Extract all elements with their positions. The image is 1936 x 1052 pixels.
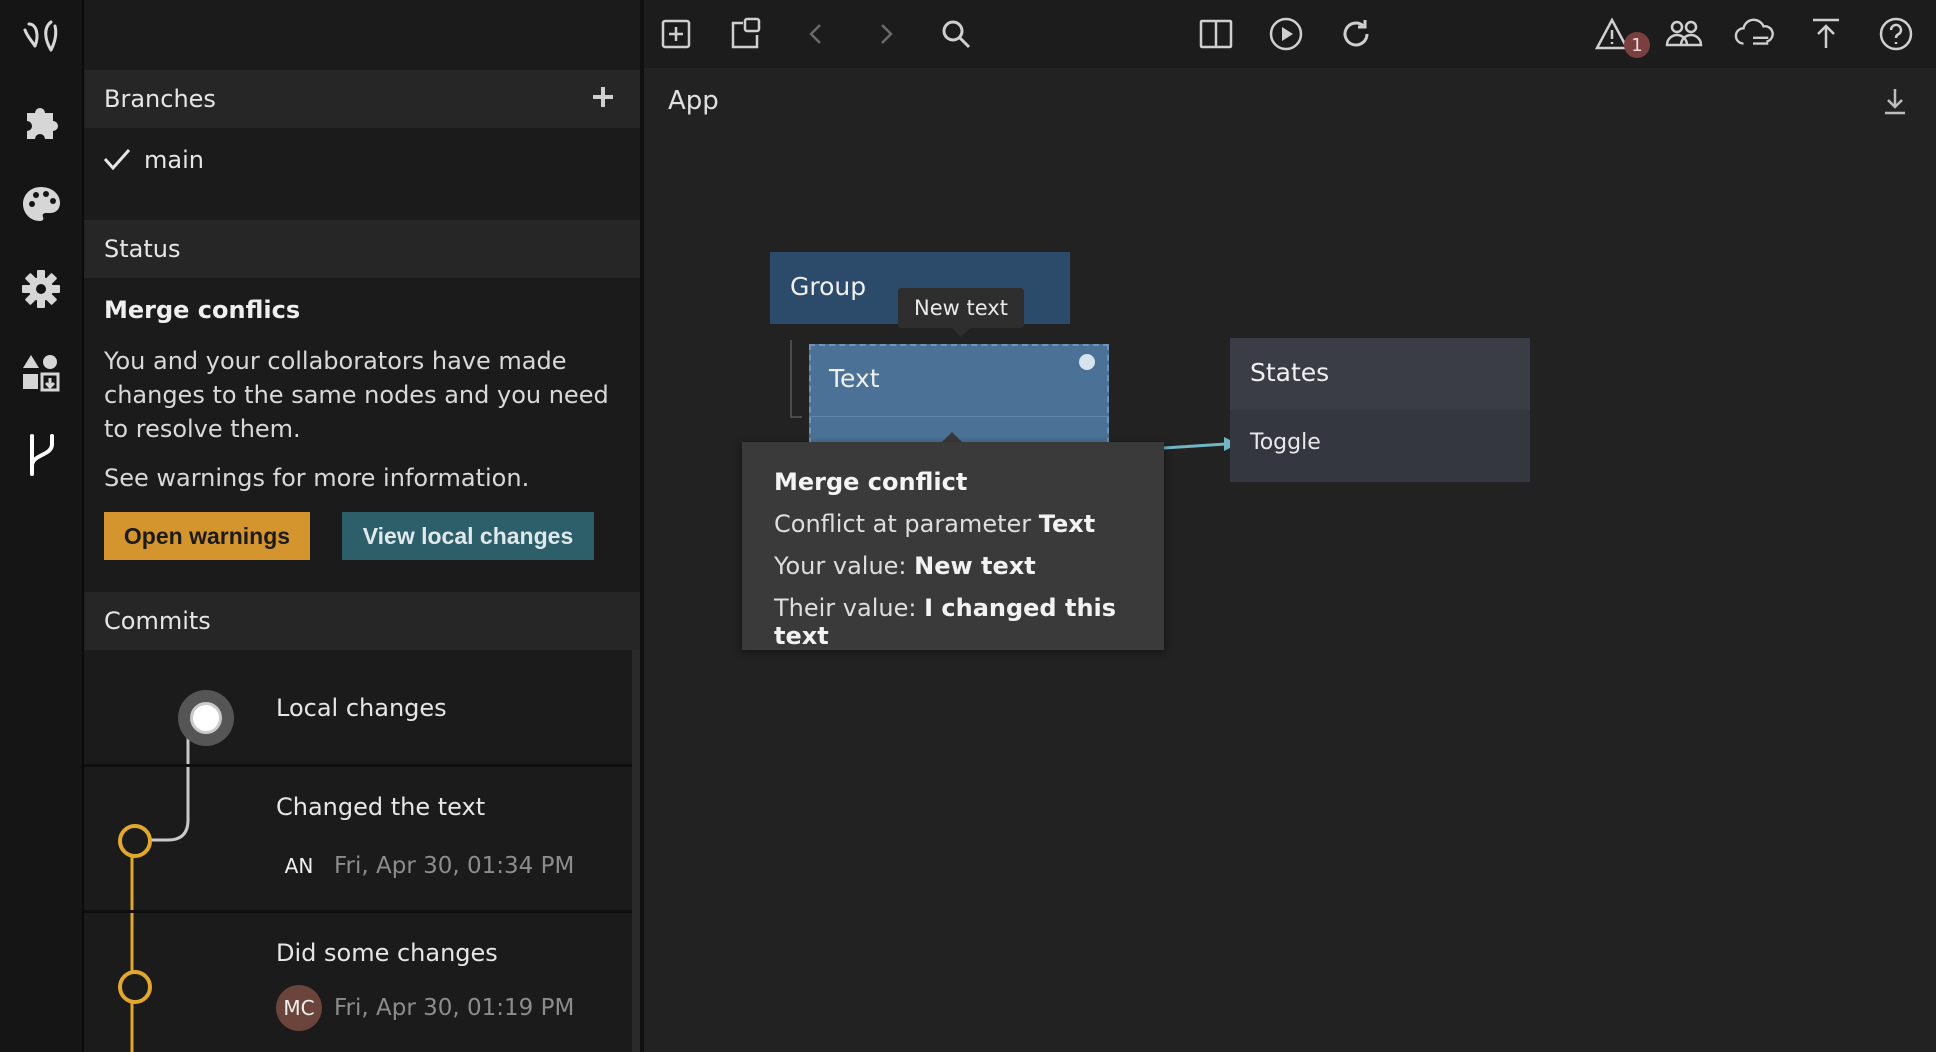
commits-scrollbar[interactable] xyxy=(632,650,640,1052)
avatar: AN xyxy=(284,854,314,878)
label: Conflict at parameter xyxy=(774,510,1032,538)
commit-date: Fri, Apr 30, 01:34 PM xyxy=(334,853,575,879)
merge-tooltip-param: Conflict at parameter Text xyxy=(774,510,1095,538)
download-icon[interactable] xyxy=(1882,86,1908,116)
commit-item-local[interactable]: Local changes xyxy=(84,650,632,767)
play-icon[interactable] xyxy=(1266,14,1306,54)
users-icon[interactable] xyxy=(1664,14,1704,54)
chevron-left-icon[interactable] xyxy=(796,14,836,54)
value-tooltip: New text xyxy=(898,288,1024,328)
branch-label: main xyxy=(144,146,204,174)
toolbar: 1 xyxy=(644,0,1936,68)
tooltip-arrow xyxy=(952,328,970,337)
commits-header: Commits xyxy=(84,592,640,650)
avatar: MC xyxy=(276,985,322,1031)
status-header: Status xyxy=(84,220,640,278)
value: Text xyxy=(1038,510,1096,538)
components-icon[interactable] xyxy=(18,350,64,396)
text-node[interactable]: Text xyxy=(809,344,1109,444)
states-node-label: States xyxy=(1250,358,1330,387)
add-node-icon[interactable] xyxy=(656,14,696,54)
search-icon[interactable] xyxy=(936,14,976,54)
states-node[interactable]: States Toggle xyxy=(1230,338,1530,482)
merge-tooltip-arrow xyxy=(942,432,962,442)
status-title: Status xyxy=(104,235,181,263)
value: New text xyxy=(914,552,1036,580)
branch-icon[interactable] xyxy=(18,432,64,478)
cloud-icon[interactable] xyxy=(1734,14,1774,54)
puzzle-icon[interactable] xyxy=(18,98,64,144)
status-dot xyxy=(1079,354,1095,370)
warning-count-badge: 1 xyxy=(1624,32,1650,58)
palette-icon[interactable] xyxy=(18,182,64,228)
refresh-icon[interactable] xyxy=(1336,14,1376,54)
app-logo-icon[interactable] xyxy=(18,13,64,59)
commit-date: Fri, Apr 30, 01:19 PM xyxy=(334,995,575,1021)
group-node-label: Group xyxy=(790,272,867,301)
text-node-label: Text xyxy=(829,364,880,393)
upload-icon[interactable] xyxy=(1806,14,1846,54)
check-icon xyxy=(102,146,132,172)
merge-tooltip-yours: Your value: New text xyxy=(774,552,1036,580)
gear-icon[interactable] xyxy=(18,266,64,312)
view-local-changes-button[interactable]: View local changes xyxy=(342,512,594,560)
clipboard-icon[interactable] xyxy=(726,14,766,54)
commit-meta: AN Fri, Apr 30, 01:34 PM xyxy=(276,843,575,889)
add-branch-icon[interactable] xyxy=(590,84,616,110)
node-divider xyxy=(809,416,1109,417)
branches-header: Branches xyxy=(84,70,640,128)
open-warnings-button[interactable]: Open warnings xyxy=(104,512,310,560)
label: Your value: xyxy=(774,552,907,580)
states-port-toggle[interactable]: Toggle xyxy=(1250,430,1321,455)
version-control-panel: Branches main Status Merge conflics You … xyxy=(84,0,640,1052)
split-view-icon[interactable] xyxy=(1196,14,1236,54)
branch-item-main[interactable]: main xyxy=(84,134,640,184)
help-icon[interactable] xyxy=(1876,14,1916,54)
chevron-right-icon[interactable] xyxy=(866,14,906,54)
status-heading: Merge conflics xyxy=(104,296,301,324)
status-description: You and your collaborators have made cha… xyxy=(104,347,609,443)
sidebar-rail xyxy=(0,0,84,1052)
branches-title: Branches xyxy=(104,85,216,113)
commit-item[interactable]: Changed the text AN Fri, Apr 30, 01:34 P… xyxy=(84,767,632,913)
merge-tooltip-theirs: Their value: I changed this text xyxy=(774,594,1164,650)
commit-title: Changed the text xyxy=(276,793,486,821)
commit-title: Did some changes xyxy=(276,939,498,967)
status-hint: See warnings for more information. xyxy=(104,464,530,492)
states-node-header: States xyxy=(1230,338,1530,410)
hierarchy-line xyxy=(790,340,802,418)
merge-conflict-tooltip: Merge conflict Conflict at parameter Tex… xyxy=(742,442,1164,650)
label: Their value: xyxy=(774,594,917,622)
commit-meta: MC Fri, Apr 30, 01:19 PM xyxy=(276,985,574,1031)
commits-title: Commits xyxy=(104,607,211,635)
merge-tooltip-title: Merge conflict xyxy=(774,468,968,496)
commit-title: Local changes xyxy=(276,694,447,722)
canvas-title: App xyxy=(668,86,719,116)
commit-item[interactable]: Did some changes MC Fri, Apr 30, 01:19 P… xyxy=(84,913,632,1052)
